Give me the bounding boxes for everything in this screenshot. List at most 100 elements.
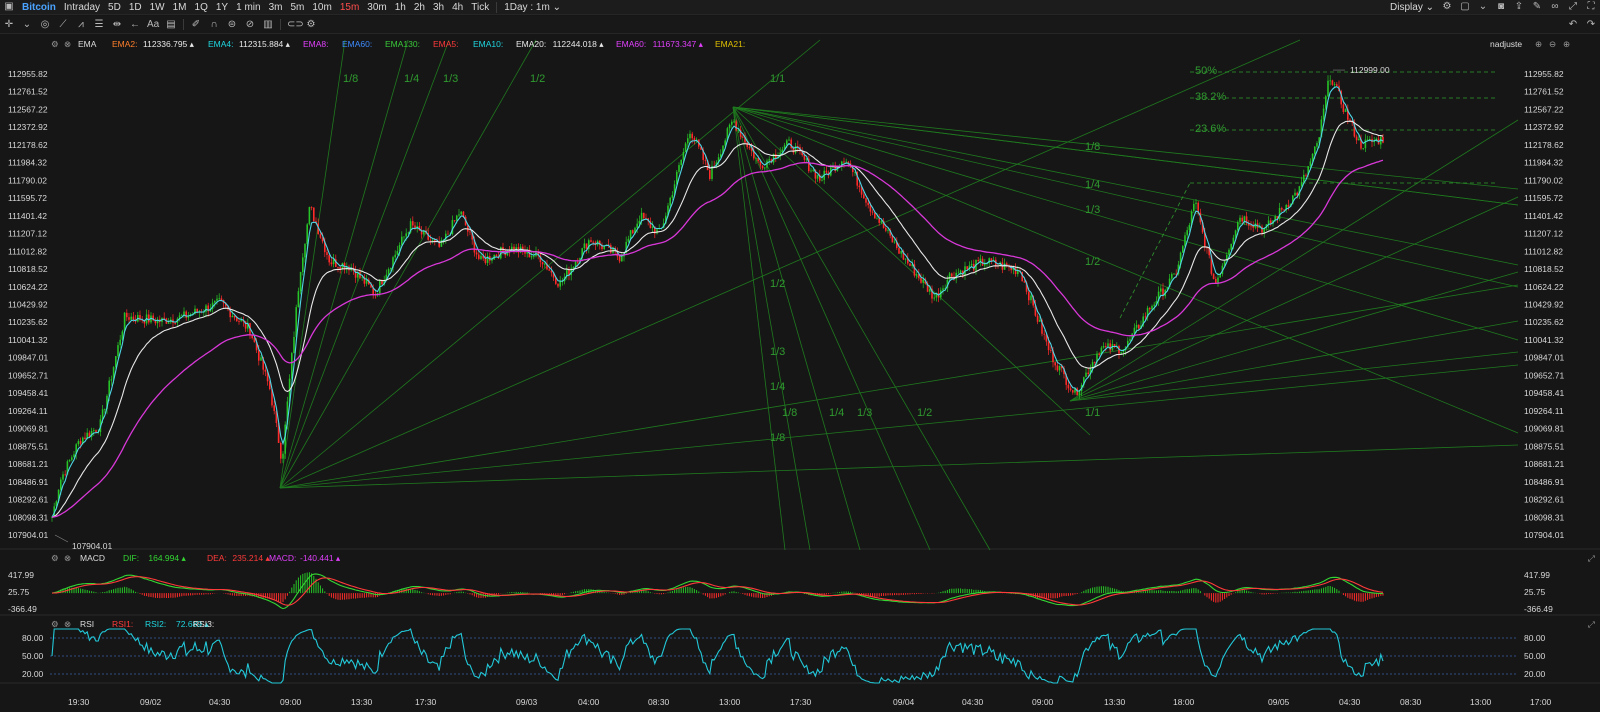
gear-icon[interactable]: ⚙ (51, 618, 59, 630)
gear-icon[interactable]: ⚙ (51, 38, 59, 50)
timeframe-15m[interactable]: 15m (336, 0, 363, 15)
price-axis-right-label: 109847.01 (1524, 353, 1564, 363)
candle-body (1362, 148, 1364, 149)
timeframe-30m[interactable]: 30m (363, 0, 390, 15)
fibonacci-icon[interactable]: ☰ (93, 19, 105, 31)
main-indicator-name[interactable]: EMA (78, 38, 96, 50)
fullscreen-icon[interactable]: ⤢ (1567, 1, 1579, 13)
settings-icon[interactable]: ⚙ (305, 19, 317, 31)
timeframe-1m[interactable]: 1M (169, 0, 191, 15)
rsi-indicator-name[interactable]: RSI (80, 618, 94, 630)
gann-line (732, 106, 786, 551)
crosshair-icon[interactable]: ✛ (3, 19, 15, 31)
ema20-line (51, 120, 1384, 518)
timeframe-1d[interactable]: 1D (125, 0, 146, 15)
candle-body (390, 267, 392, 270)
text-icon[interactable]: Aa (147, 19, 159, 31)
candle-body (590, 240, 592, 242)
candle-body (1281, 208, 1283, 210)
timeframe-4h[interactable]: 4h (448, 0, 467, 15)
trash-icon[interactable]: ▥ (262, 19, 274, 31)
candle-body (1058, 365, 1061, 371)
gann-label: 1/3 (1085, 204, 1100, 216)
gear-icon[interactable]: ⚙ (51, 552, 59, 564)
timeframe-1q[interactable]: 1Q (191, 0, 212, 15)
timeframe-1y[interactable]: 1Y (212, 0, 232, 15)
gann-label: 1/3 (857, 407, 872, 419)
range-select-value: 1Day : 1m (504, 1, 550, 13)
share-icon[interactable]: ⇪ (1513, 1, 1525, 13)
timeframe-10m[interactable]: 10m (308, 0, 335, 15)
candle-body (1047, 341, 1050, 351)
timeframe-5m[interactable]: 5m (286, 0, 308, 15)
hide-icon[interactable]: ⊘ (244, 19, 256, 31)
timeframe-1-min[interactable]: 1 min (232, 0, 264, 15)
candle-body (238, 321, 240, 322)
expand-pane-icon[interactable]: ⤢ (1588, 618, 1595, 630)
close-icon[interactable]: ⊗ (64, 618, 71, 630)
timeframe-3m[interactable]: 3m (265, 0, 287, 15)
price-axis-right-label: 111012.82 (1524, 246, 1563, 256)
timeframe-1h[interactable]: 1h (391, 0, 410, 15)
minus-icon[interactable]: ⊖ (1549, 38, 1556, 50)
arrow-left-icon[interactable]: ← (129, 19, 141, 31)
timeframe-tick[interactable]: Tick (467, 0, 493, 15)
gear-icon[interactable]: ⚙ (1441, 1, 1453, 13)
candle-body (735, 121, 737, 131)
adjust-label[interactable]: nadjuste (1490, 38, 1522, 50)
magnet-icon[interactable]: ∩ (208, 19, 220, 31)
trendline-icon[interactable]: ⟋ (57, 19, 69, 31)
candle-body (1217, 277, 1219, 283)
brush-icon[interactable]: ✐ (190, 19, 202, 31)
timeframe-3h[interactable]: 3h (429, 0, 448, 15)
candle-body (530, 256, 533, 258)
candle-body (768, 159, 770, 161)
candle-body (1109, 343, 1111, 351)
timeframe-2h[interactable]: 2h (410, 0, 429, 15)
price-axis-right-label: 111595.72 (1524, 193, 1563, 203)
macd-indicator-name[interactable]: MACD (80, 552, 105, 564)
chart-canvas[interactable]: 112955.82 112955.82 112761.52 112761.52 1125… (0, 35, 1600, 712)
timeframe-intraday[interactable]: Intraday (60, 0, 104, 15)
expand-pane-icon[interactable]: ⤢ (1588, 552, 1595, 564)
candle-body (126, 312, 128, 318)
candle-body (559, 281, 561, 287)
measure-icon[interactable]: ⇹ (111, 19, 123, 31)
symbol-name[interactable]: Bitcoin (18, 0, 60, 15)
window-icon[interactable]: ▢ (1459, 1, 1471, 13)
lock-icon[interactable]: ⊜ (226, 19, 238, 31)
panel-toggle-icon[interactable]: ▣ (3, 1, 15, 13)
layers-icon[interactable]: ⊂⊃ (287, 19, 304, 31)
candle-body (871, 211, 874, 213)
candle-body (306, 224, 308, 245)
undo-icon[interactable]: ↶ (1567, 19, 1579, 31)
candle-body (585, 243, 588, 250)
add-icon[interactable]: ⊕ (1535, 38, 1542, 50)
candle-body (1171, 274, 1173, 279)
link-icon[interactable]: ∞ (1549, 1, 1561, 13)
candle-body (319, 234, 322, 238)
plus-icon[interactable]: ⊕ (1563, 38, 1570, 50)
candle-body (453, 220, 456, 221)
rsi-axis-left-label: 80.00 (22, 633, 44, 643)
pencil-icon[interactable]: ✎ (1531, 1, 1543, 13)
note-icon[interactable]: ▤ (165, 19, 177, 31)
cursor-icon[interactable]: ◎ (39, 19, 51, 31)
expand-icon[interactable]: ⛶ (1585, 1, 1597, 13)
price-axis-right-label: 110818.52 (1524, 264, 1564, 274)
pattern-icon[interactable]: ⩘ (75, 19, 87, 31)
timeframe-1w[interactable]: 1W (146, 0, 169, 15)
chevron-down-icon[interactable]: ⌄ (21, 19, 33, 31)
timeframe-5d[interactable]: 5D (104, 0, 125, 15)
chevron-down-icon[interactable]: ⌄ (1477, 1, 1489, 13)
display-menu[interactable]: Display ⌄ (1386, 0, 1438, 15)
range-select[interactable]: 1Day : 1m ⌄ (500, 0, 565, 15)
rsi_legend-label-0: RSI1: (112, 619, 134, 629)
price-axis-right-label: 112955.82 (1524, 69, 1564, 79)
close-icon[interactable]: ⊗ (64, 38, 71, 50)
redo-icon[interactable]: ↷ (1585, 19, 1597, 31)
close-icon[interactable]: ⊗ (64, 552, 71, 564)
candle-body (231, 315, 234, 318)
camera-icon[interactable]: ◙ (1495, 1, 1507, 13)
chart-area[interactable]: 112955.82 112955.82 112761.52 112761.52 1125… (0, 35, 1600, 712)
